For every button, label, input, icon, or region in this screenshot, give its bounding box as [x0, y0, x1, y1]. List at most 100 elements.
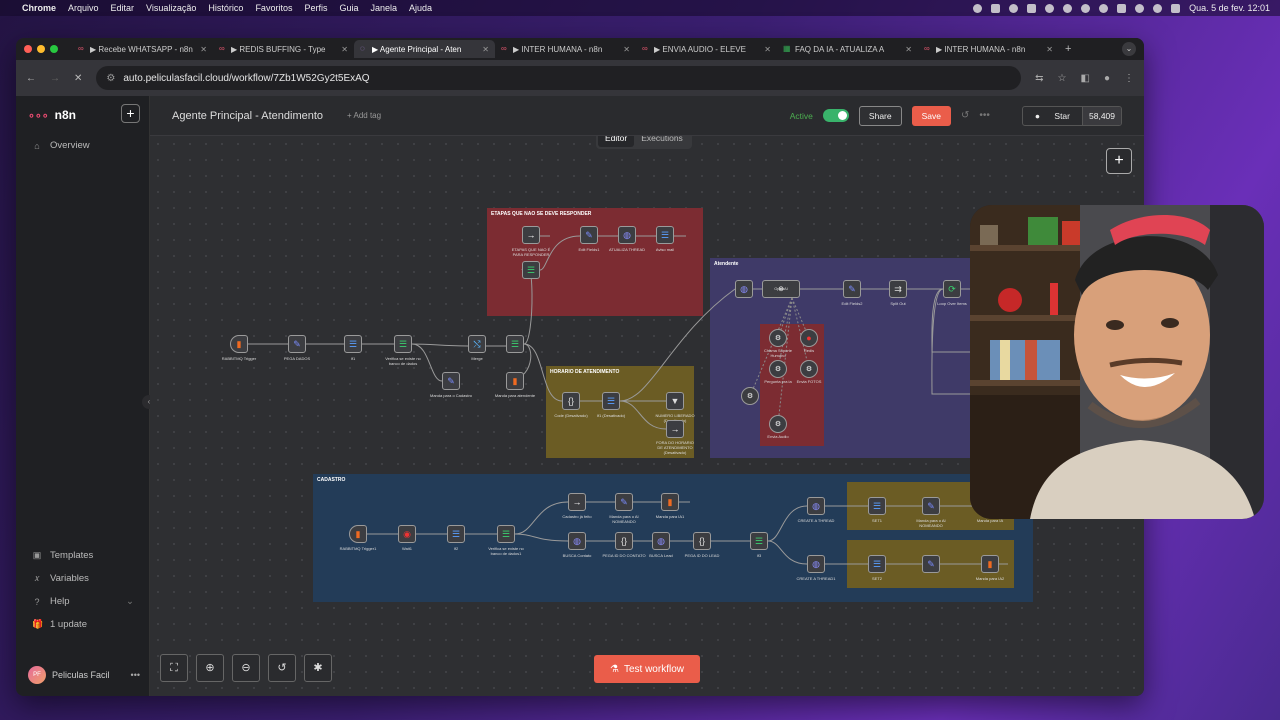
back-arrow-icon[interactable]: ←	[26, 73, 36, 84]
rabbitmq-trigger1-node[interactable]: ▮	[349, 525, 367, 543]
fora-horario-node[interactable]: →	[666, 420, 684, 438]
notion-icon[interactable]	[1027, 3, 1037, 13]
manda-ai-node[interactable]: ✎	[922, 497, 940, 515]
status-app-icon-2[interactable]	[1009, 3, 1019, 13]
split-out-node[interactable]: ⇉	[889, 280, 907, 298]
sidebar-item-help[interactable]: ? Help ⌄	[16, 590, 150, 613]
forward-arrow-icon[interactable]: →	[50, 73, 60, 84]
status-app-icon-4[interactable]	[1063, 3, 1073, 13]
filter-etapas-node[interactable]: ☰	[522, 261, 540, 279]
url-bar[interactable]: ⚙ auto.peliculasfacil.cloud/workflow/7Zb…	[96, 66, 1022, 90]
rabbitmq-trigger-node[interactable]: ▮	[230, 335, 248, 353]
play-icon[interactable]	[1099, 3, 1109, 13]
translate-icon[interactable]: ⇆	[1035, 73, 1043, 84]
close-tab-icon[interactable]: ✕	[482, 45, 489, 54]
pergunta-ia-tool[interactable]: ⚙	[769, 360, 787, 378]
menu-ajuda[interactable]: Ajuda	[409, 3, 432, 13]
github-star-button[interactable]: ● Star 58,409	[1021, 105, 1122, 126]
code-node[interactable]: {}	[562, 392, 580, 410]
envia-fotos-tool[interactable]: ⚙	[800, 360, 818, 378]
reset-zoom-button[interactable]: ↺	[268, 654, 296, 682]
zoom-out-button[interactable]: ⊖	[232, 654, 260, 682]
aviso-node[interactable]: ☰	[656, 226, 674, 244]
search-icon[interactable]	[1153, 3, 1163, 13]
set2-node[interactable]: ☰	[868, 555, 886, 573]
etapas-node[interactable]: →	[522, 226, 540, 244]
close-tab-icon[interactable]: ✕	[1046, 45, 1053, 54]
redis-tool[interactable]: ●	[800, 329, 818, 347]
memory-tool[interactable]: ⚙	[741, 387, 759, 405]
menu-visualizacao[interactable]: Visualização	[146, 3, 196, 13]
if2-node[interactable]: ☰	[447, 525, 465, 543]
user-menu[interactable]: PF Peliculas Facil •••	[28, 666, 140, 684]
save-button[interactable]: Save	[911, 105, 951, 126]
switch-node[interactable]: ☰	[506, 335, 524, 353]
set1-node[interactable]: ☰	[868, 497, 886, 515]
edit-fields2-node[interactable]: ✎	[843, 280, 861, 298]
status-app-icon-3[interactable]	[1045, 3, 1055, 13]
share-button[interactable]: Share	[858, 105, 902, 126]
chama-suporte-tool[interactable]: ⚙	[769, 329, 787, 347]
status-app-icon[interactable]	[973, 3, 983, 13]
more-options-icon[interactable]: •••	[979, 110, 990, 121]
close-tab-icon[interactable]: ✕	[764, 45, 771, 54]
zoom-window-button[interactable]	[50, 45, 58, 53]
tab-redis-buffing[interactable]: ∞ ▶ REDIS BUFFING - Type ✕	[213, 40, 354, 58]
add-tag-button[interactable]: + Add tag	[347, 111, 381, 120]
manda-ia1-node[interactable]: ▮	[661, 493, 679, 511]
zoom-in-button[interactable]: ⊕	[196, 654, 224, 682]
battery-icon[interactable]	[1117, 3, 1127, 13]
stop-loading-icon[interactable]: ✕	[74, 73, 82, 84]
if1-node[interactable]: ☰	[344, 335, 362, 353]
sidebar-item-templates[interactable]: ▣ Templates	[16, 544, 150, 567]
tab-inter-humana[interactable]: ∞ ▶ INTER HUMANA - n8n ✕	[495, 40, 636, 58]
create-thread-node[interactable]: ◍	[807, 497, 825, 515]
tab-inter-humana-2[interactable]: ∞ ▶ INTER HUMANA - n8n ✕	[918, 40, 1059, 58]
merge-node[interactable]: ⤭	[468, 335, 486, 353]
menu-editar[interactable]: Editar	[111, 3, 135, 13]
close-tab-icon[interactable]: ✕	[905, 45, 912, 54]
moon-icon[interactable]	[1081, 3, 1091, 13]
control-center-icon[interactable]	[1171, 3, 1181, 13]
test-workflow-button[interactable]: ⚗ Test workflow	[594, 655, 700, 683]
fit-view-button[interactable]: ⛶	[160, 654, 188, 682]
menu-janela[interactable]: Janela	[370, 3, 397, 13]
atualiza-thread-node[interactable]: ◍	[618, 226, 636, 244]
debug-button[interactable]: ✱	[304, 654, 332, 682]
manda-ai2-node[interactable]: ✎	[922, 555, 940, 573]
manda-cadastro-node[interactable]: ✎	[442, 372, 460, 390]
menu-favoritos[interactable]: Favoritos	[255, 3, 292, 13]
menu-arquivo[interactable]: Arquivo	[68, 3, 99, 13]
minimize-window-button[interactable]	[37, 45, 45, 53]
pega-dados-node[interactable]: ✎	[288, 335, 306, 353]
history-icon[interactable]: ↺	[961, 110, 969, 121]
menu-perfis[interactable]: Perfis	[304, 3, 327, 13]
pega-lead-node[interactable]: {}	[693, 532, 711, 550]
close-tab-icon[interactable]: ✕	[200, 45, 207, 54]
menu-app-name[interactable]: Chrome	[22, 3, 56, 13]
atualiza-thread2-node[interactable]: ◍	[735, 280, 753, 298]
menubar-clock[interactable]: Qua. 5 de fev. 12:01	[1189, 3, 1270, 13]
sidebar-item-update[interactable]: 🎁 1 update	[16, 613, 150, 636]
manda-ia2-node[interactable]: ▮	[981, 555, 999, 573]
active-toggle[interactable]	[822, 109, 849, 122]
more-menu-icon[interactable]: ⋮	[1124, 73, 1134, 84]
menu-historico[interactable]: Histórico	[208, 3, 243, 13]
wait1-node[interactable]: ◉	[398, 525, 416, 543]
loop-over-items-node[interactable]: ⟳	[943, 280, 961, 298]
add-workflow-button[interactable]: +	[121, 104, 140, 123]
url-text[interactable]: auto.peliculasfacil.cloud/workflow/7Zb1W…	[123, 73, 369, 84]
new-tab-icon[interactable]: +	[1065, 43, 1071, 55]
wifi-icon[interactable]	[1135, 3, 1145, 13]
extensions-icon[interactable]: ◧	[1081, 73, 1090, 84]
tab-recebe-whatsapp[interactable]: ∞ ▶ Recebe WHATSAPP - n8n ✕	[72, 40, 213, 58]
tab-envia-audio[interactable]: ∞ ▶ ENVIA AUDIO - ELEVE ✕	[636, 40, 777, 58]
close-tab-icon[interactable]: ✕	[341, 45, 348, 54]
edit-fields1-node[interactable]: ✎	[580, 226, 598, 244]
more-options-icon[interactable]: •••	[131, 670, 140, 680]
site-info-icon[interactable]: ⚙	[106, 73, 115, 84]
numero-liberado-node[interactable]: ▼	[666, 392, 684, 410]
sidebar-item-overview[interactable]: ⌂ Overview	[16, 134, 149, 157]
tab-faq-da-ia[interactable]: ▦ FAQ DA IA - ATUALIZA A ✕	[777, 40, 918, 58]
manda-nome-node[interactable]: ✎	[615, 493, 633, 511]
